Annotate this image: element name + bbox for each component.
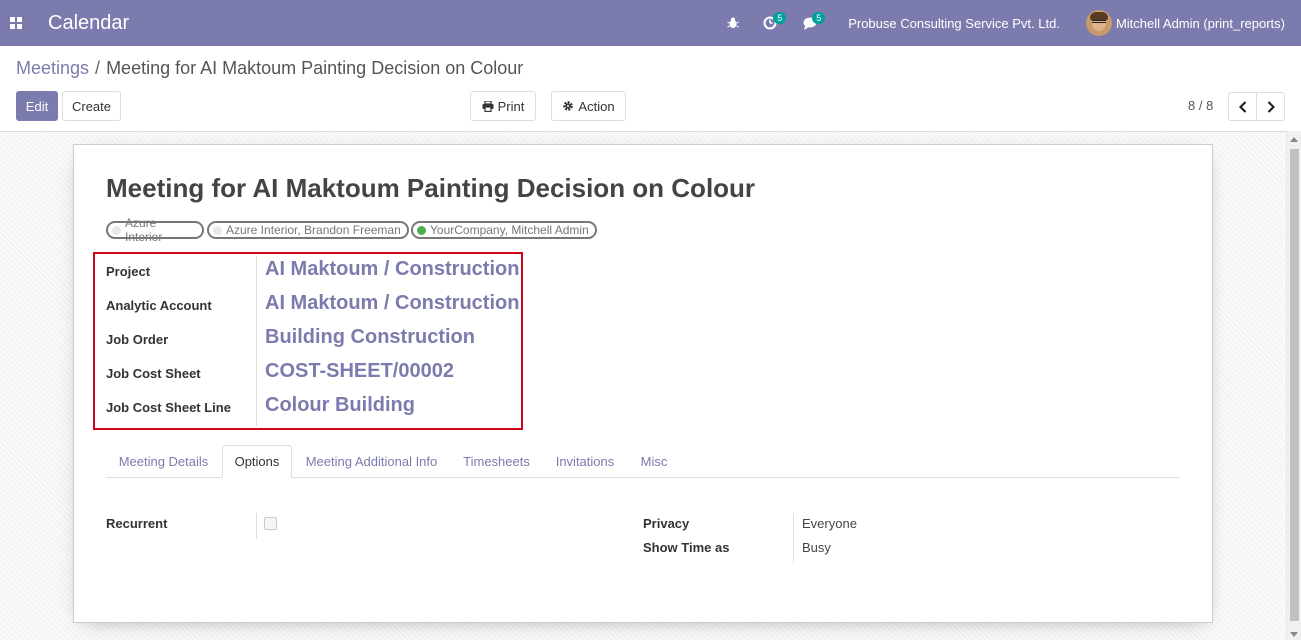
- attendee-tag[interactable]: Azure Interior: [106, 216, 204, 244]
- top-navbar: Calendar 5 5 Probuse Consulting Service …: [0, 0, 1301, 46]
- show-time-as-label: Show Time as: [643, 540, 730, 555]
- gear-icon: [563, 101, 574, 111]
- pager-next-button[interactable]: [1256, 92, 1285, 121]
- job-cost-sheet-line-link[interactable]: Colour Building: [265, 394, 415, 417]
- user-name: Mitchell Admin (print_reports): [1115, 15, 1285, 31]
- record-title: Meeting for AI Maktoum Painting Decision…: [106, 173, 756, 203]
- tab-misc[interactable]: Misc: [628, 445, 680, 478]
- action-label: Action: [578, 98, 615, 114]
- job-cost-sheet-link[interactable]: COST-SHEET/00002: [265, 360, 454, 383]
- attendee-tag[interactable]: YourCompany, Mitchell Admin: [411, 221, 597, 239]
- field-divider: [256, 513, 257, 539]
- edit-button[interactable]: Edit: [16, 91, 58, 121]
- chevron-left-icon: [1238, 100, 1246, 113]
- company-switcher[interactable]: Probuse Consulting Service Pvt. Ltd.: [848, 16, 1060, 31]
- recurrent-label: Recurrent: [106, 516, 168, 531]
- activity-clock-icon[interactable]: 5: [750, 0, 790, 46]
- scrollbar-thumb[interactable]: [1290, 149, 1299, 621]
- job-order-link[interactable]: Building Construction: [265, 326, 475, 349]
- attendee-status-dot: [112, 225, 121, 235]
- print-button[interactable]: Print: [470, 91, 536, 121]
- job-order-label: Job Order: [106, 332, 169, 347]
- analytic-account-label: Analytic Account: [106, 298, 212, 313]
- analytic-account-link[interactable]: AI Maktoum / Construction: [265, 292, 519, 315]
- tab-timesheets[interactable]: Timesheets: [451, 445, 542, 478]
- messages-chat-icon[interactable]: 5: [790, 0, 830, 46]
- scroll-up-arrow-icon[interactable]: [1290, 137, 1298, 142]
- attendee-tag-label: YourCompany, Mitchell Admin: [430, 223, 589, 237]
- tab-meeting-details[interactable]: Meeting Details: [106, 445, 221, 478]
- tab-options[interactable]: Options: [222, 445, 292, 478]
- tab-meeting-additional-info[interactable]: Meeting Additional Info: [293, 445, 450, 478]
- job-cost-sheet-line-label: Job Cost Sheet Line: [106, 400, 231, 415]
- scroll-down-arrow-icon[interactable]: [1290, 632, 1298, 637]
- activity-badge: 5: [773, 12, 787, 24]
- print-label: Print: [497, 98, 525, 114]
- project-link[interactable]: AI Maktoum / Construction: [265, 258, 519, 281]
- app-title[interactable]: Calendar: [48, 12, 129, 35]
- breadcrumb-separator: /: [95, 58, 101, 78]
- project-label: Project: [106, 264, 151, 279]
- breadcrumb: Meetings / Meeting for AI Maktoum Painti…: [16, 58, 523, 79]
- job-cost-sheet-label: Job Cost Sheet: [106, 366, 201, 381]
- create-button[interactable]: Create: [62, 91, 121, 121]
- attendee-status-dot: [417, 225, 426, 235]
- action-button[interactable]: Action: [551, 91, 626, 121]
- show-time-as-value: Busy: [802, 540, 831, 555]
- privacy-label: Privacy: [643, 516, 690, 531]
- pager-value[interactable]: 8 / 8: [1188, 98, 1213, 113]
- avatar: [1085, 10, 1112, 36]
- messages-badge: 5: [812, 12, 826, 24]
- chevron-right-icon: [1267, 100, 1275, 113]
- tab-invitations[interactable]: Invitations: [543, 445, 627, 478]
- apps-menu-icon[interactable]: [0, 0, 32, 46]
- vertical-scrollbar[interactable]: [1286, 131, 1301, 640]
- attendee-tag[interactable]: Azure Interior, Brandon Freeman: [207, 221, 409, 239]
- field-divider: [793, 513, 794, 563]
- breadcrumb-meetings-link[interactable]: Meetings: [16, 58, 89, 79]
- recurrent-checkbox[interactable]: [264, 517, 277, 530]
- print-icon: [482, 100, 494, 112]
- pager-previous-button[interactable]: [1228, 92, 1257, 121]
- user-menu[interactable]: Mitchell Admin (print_reports): [1085, 10, 1285, 36]
- attendee-status-dot: [213, 225, 222, 235]
- attendee-tag-label: Azure Interior, Brandon Freeman: [226, 223, 401, 237]
- breadcrumb-current: Meeting for AI Maktoum Painting Decision…: [106, 58, 524, 78]
- field-divider: [256, 256, 257, 426]
- privacy-value: Everyone: [802, 516, 857, 531]
- debug-bug-icon[interactable]: [720, 0, 746, 46]
- attendee-tag-label: Azure Interior: [125, 216, 163, 244]
